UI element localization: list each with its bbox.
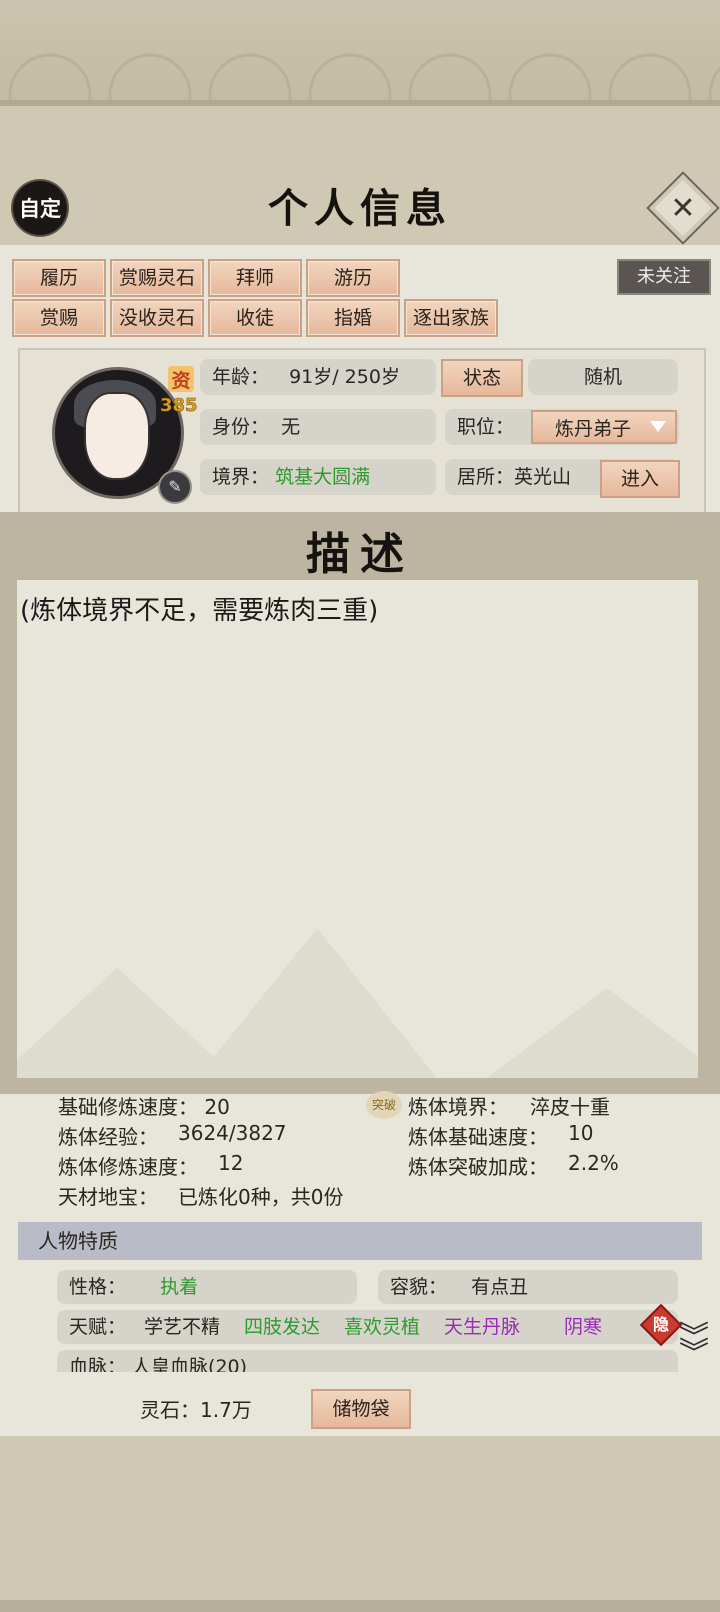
body-base-speed-label: 炼体基础速度： [408,1125,548,1149]
identity-label: 身份： [212,416,270,438]
confiscate-stones-button[interactable]: 没收灵石 [110,299,204,337]
talent-item[interactable]: 喜欢灵植 [344,1310,420,1344]
looks-value: 有点丑 [471,1276,529,1298]
personality-label: 性格： [69,1276,127,1298]
body-speed-value: 12 [218,1151,244,1175]
age-label: 年龄： [212,366,270,388]
body-breakthrough-value: 2.2% [568,1151,619,1175]
take-disciple-button[interactable]: 收徒 [208,299,302,337]
resume-button[interactable]: 履历 [12,259,106,297]
random-button[interactable]: 随机 [528,359,678,395]
avatar-face [84,392,150,480]
talents-label: 天赋： [69,1316,127,1338]
body-realm-value: 淬皮十重 [530,1095,610,1119]
body-base-speed-value: 10 [568,1121,594,1145]
double-chevron-down-icon[interactable]: ︾ ︾ [674,1323,714,1376]
age-value: 91岁/ 250岁 [289,366,400,388]
description-text: (炼体境界不足，需要炼肉三重) [20,596,379,626]
body-realm-label: 炼体境界： [408,1095,508,1119]
treasure-label: 天材地宝： [58,1185,158,1209]
body-exp-label: 炼体经验： [58,1125,158,1149]
body-speed-label: 炼体修炼速度： [58,1155,198,1179]
breakthrough-badge[interactable]: 突破 [366,1091,402,1119]
job-label: 职位： [457,416,515,438]
traits-header: 人物特质 [18,1222,702,1260]
bloodline-row: 血脉： 人皇血脉(20) [57,1350,678,1372]
follow-button[interactable]: 未关注 [617,259,711,295]
personality-field: 性格： 执着 [57,1270,357,1304]
expel-family-button[interactable]: 逐出家族 [404,299,498,337]
apprentice-button[interactable]: 拜师 [208,259,302,297]
age-field: 年龄： 91岁/ 250岁 [200,359,436,395]
residence-label: 居所： [457,466,515,488]
mountain-decoration [197,928,437,1078]
looks-label: 容貌： [390,1276,448,1298]
page-title: 个人信息 [268,185,452,232]
talent-item[interactable]: 天生丹脉 [444,1310,520,1344]
talent-item[interactable]: 阴寒 [564,1310,602,1344]
personality-value: 执着 [160,1276,199,1298]
edit-brush-icon[interactable]: ✎ [158,470,192,504]
top-decoration-band [0,0,720,106]
chevron-down-icon[interactable] [650,421,666,432]
close-icon[interactable]: ✕ [657,182,709,234]
body-breakthrough-label: 炼体突破加成： [408,1155,548,1179]
talent-value: 385 [160,395,198,417]
treasure-value: 已炼化0种，共0份 [178,1185,344,1209]
talent-item[interactable]: 学艺不精 [144,1310,220,1344]
storage-bag-button[interactable]: 储物袋 [311,1389,411,1429]
looks-field: 容貌： 有点丑 [378,1270,678,1304]
mountain-decoration [487,988,698,1078]
bloodline-text: 血脉： 人皇血脉(20) [69,1356,248,1372]
talent-badge: 资 [168,366,194,392]
realm-label: 境界： [212,466,270,488]
identity-value: 无 [281,416,301,438]
spirit-stone-count: 灵石：1.7万 [140,1398,252,1422]
reward-stones-button[interactable]: 赏赐灵石 [110,259,204,297]
talent-item[interactable]: 四肢发达 [244,1310,320,1344]
bottom-decoration-edge [0,1600,720,1612]
reward-button[interactable]: 赏赐 [12,299,106,337]
enter-button[interactable]: 进入 [600,460,680,498]
base-speed-text: 基础修炼速度： 20 [58,1095,230,1119]
realm-value: 筑基大圆满 [275,466,371,488]
bottom-background [0,1436,720,1612]
description-body [17,580,698,1078]
body-exp-value: 3624/3827 [178,1121,287,1145]
identity-field: 身份： 无 [200,409,436,445]
hide-badge-label[interactable]: 隐 [648,1311,674,1335]
arrange-marriage-button[interactable]: 指婚 [306,299,400,337]
residence-value: 英光山 [514,466,572,488]
description-title: 描述 [306,529,414,580]
status-button[interactable]: 状态 [441,359,523,397]
realm-field: 境界： 筑基大圆满 [200,459,436,495]
travel-button[interactable]: 游历 [306,259,400,297]
